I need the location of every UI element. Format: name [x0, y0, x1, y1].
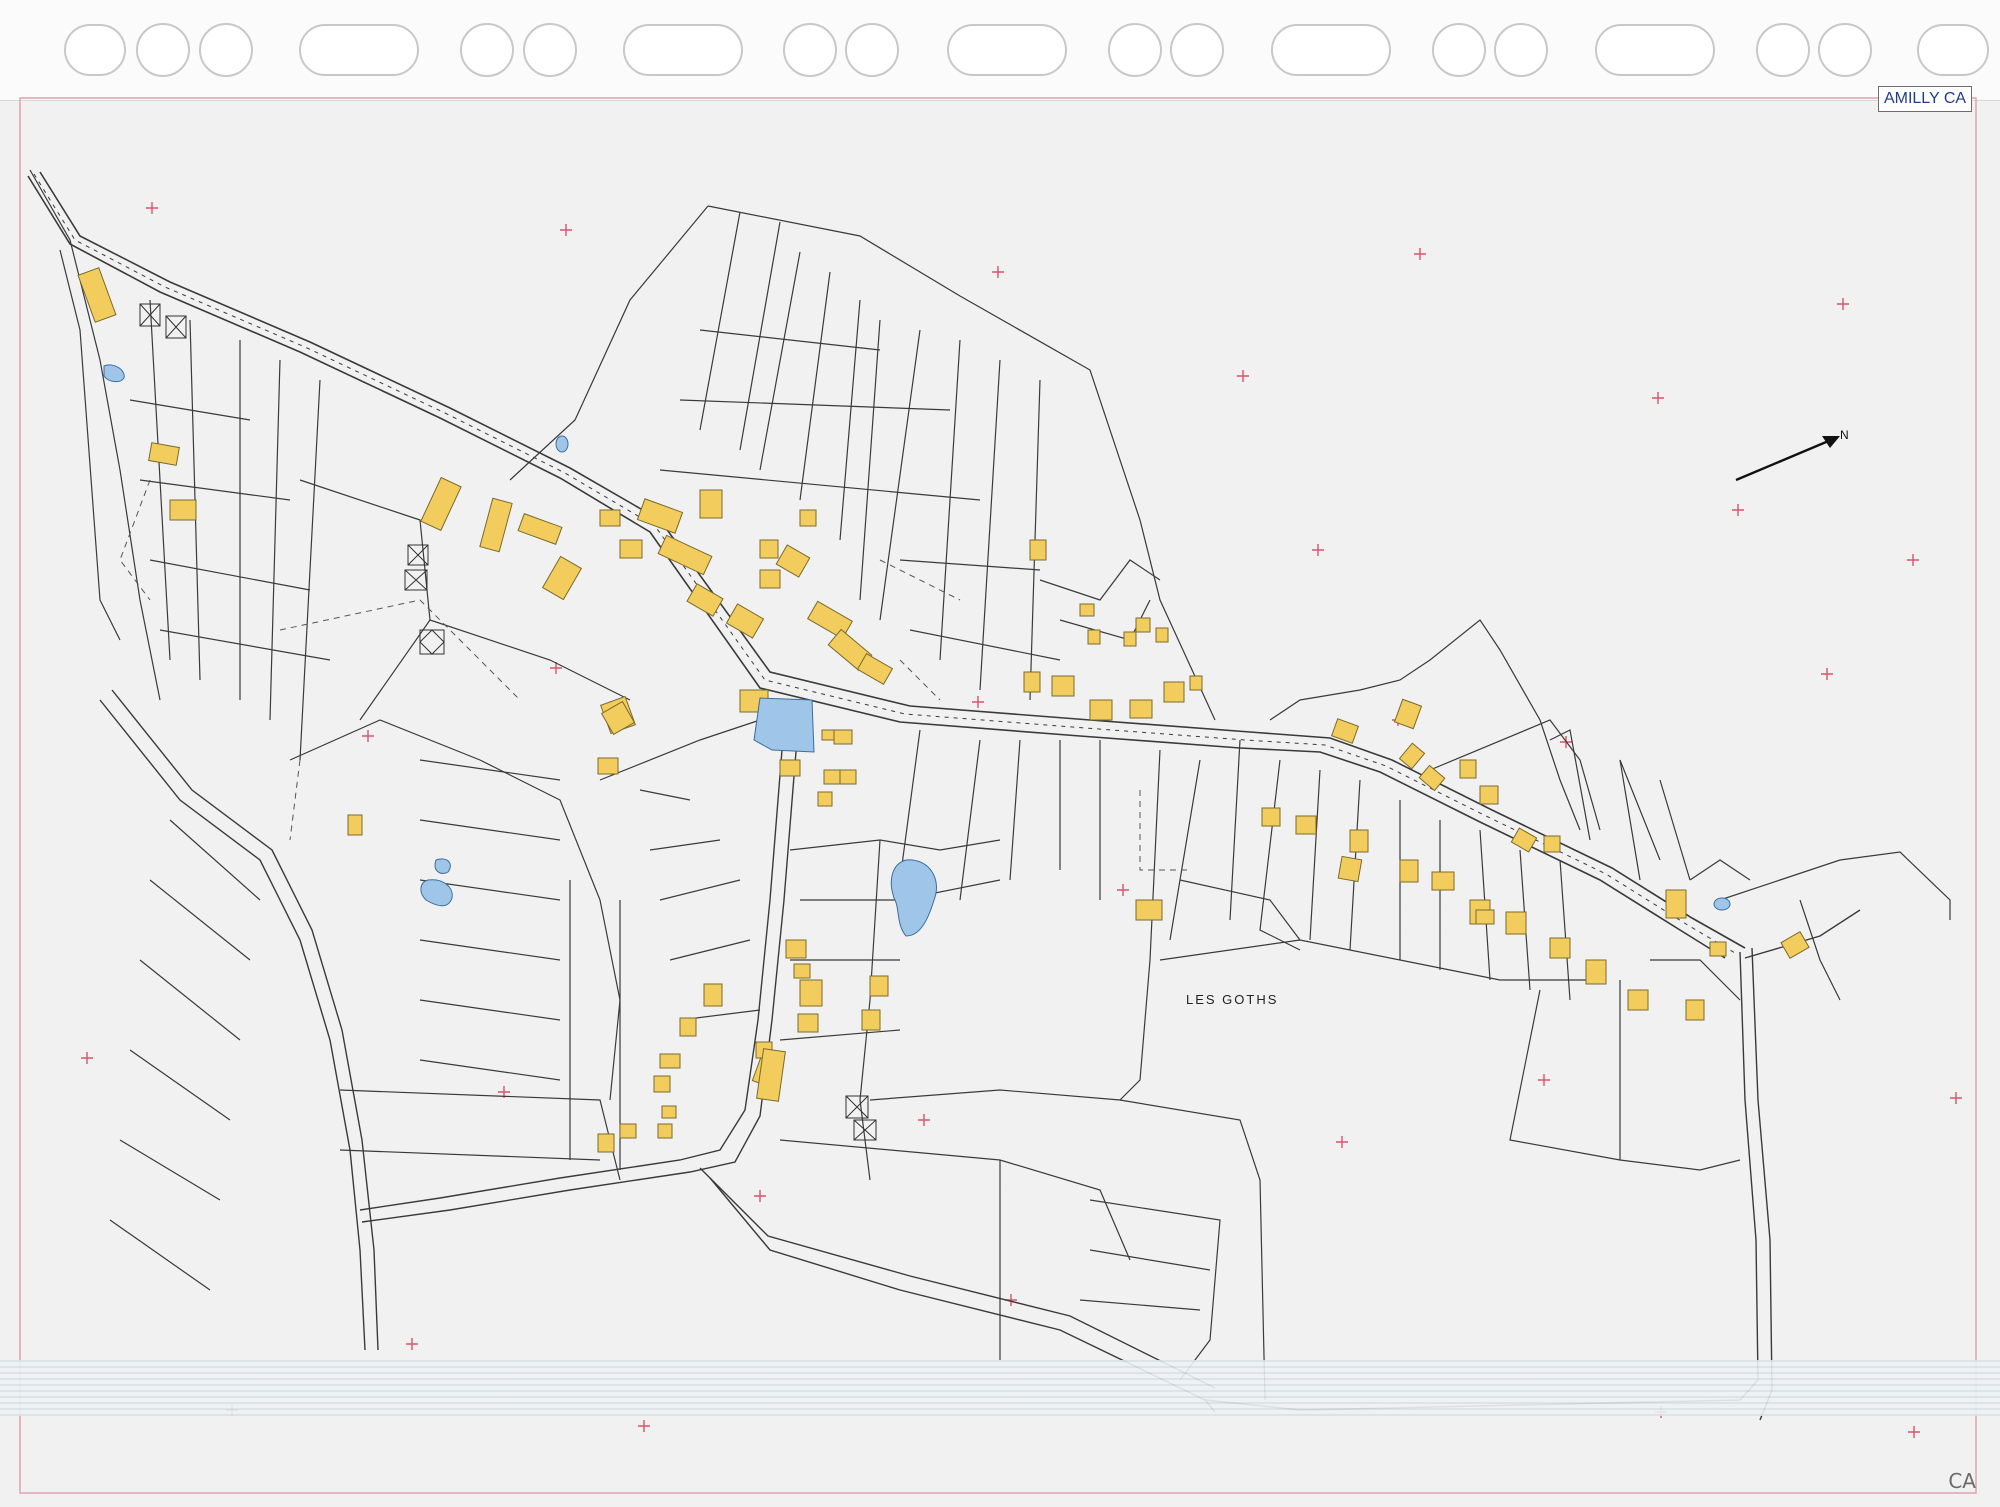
north-label: N [1840, 428, 1849, 442]
place-label: LES GOTHS [1186, 992, 1279, 1007]
binding-holes [64, 23, 1989, 77]
sheet-code-label: AMILLY CA [1878, 86, 1972, 112]
cadastral-map [19, 23, 1989, 1494]
sheet-border [19, 97, 1977, 1494]
buildings [77, 267, 1810, 1153]
scan-band [0, 1360, 2000, 1416]
main-road [27, 171, 1746, 959]
sheet-corner-mark: CA [1948, 1469, 1976, 1493]
secondary-roads [99, 689, 1861, 1421]
parcel-lines [29, 169, 1951, 1401]
north-arrow [1735, 435, 1840, 482]
water-features [103, 364, 1731, 937]
grid-crosses [81, 202, 1962, 1438]
